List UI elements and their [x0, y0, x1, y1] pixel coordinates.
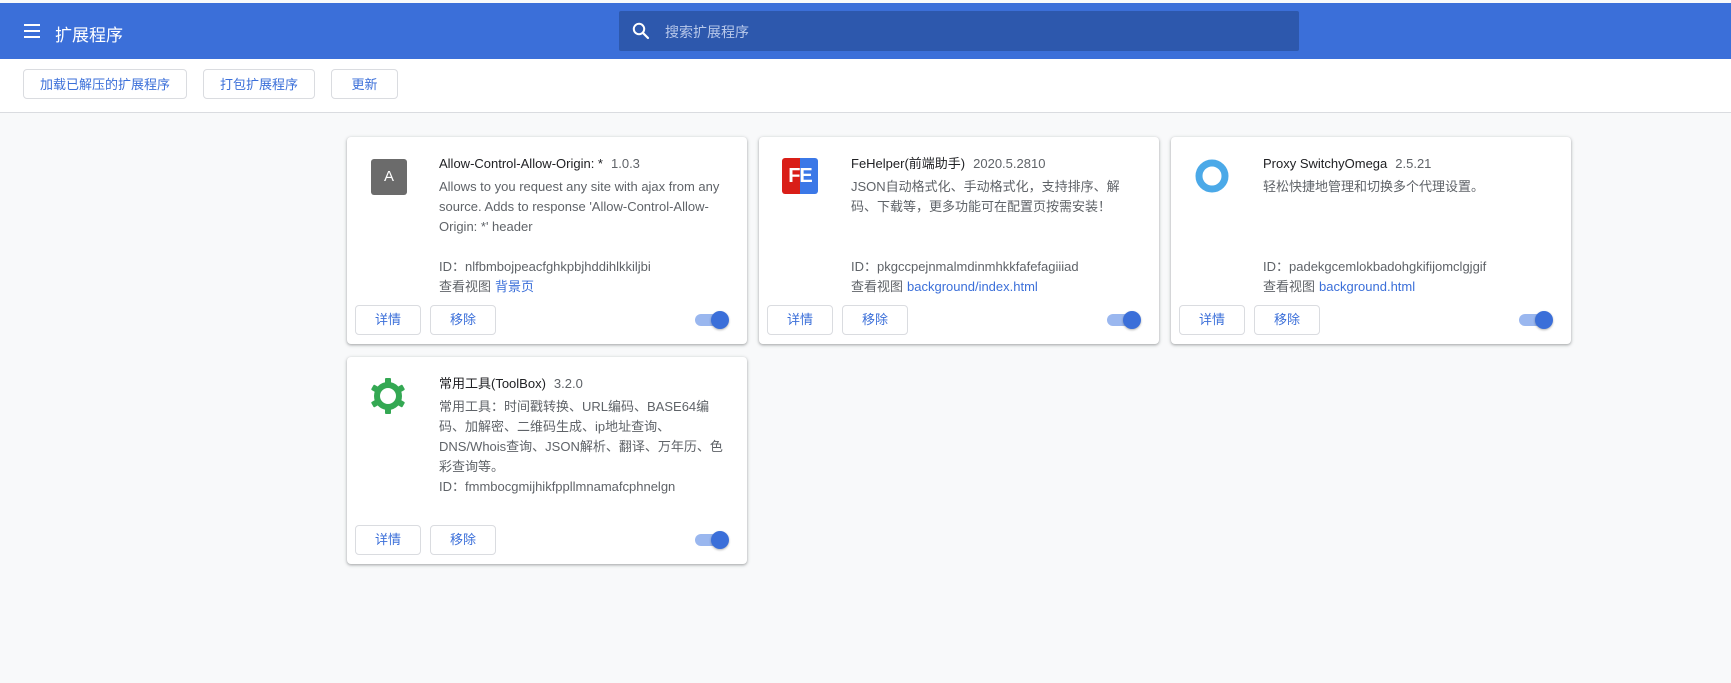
- id-value: padekgcemlokbadohgkifijomclgjgif: [1289, 259, 1487, 274]
- developer-toolbar: 加载已解压的扩展程序 打包扩展程序 更新: [0, 59, 1731, 113]
- page-title: 扩展程序: [55, 26, 123, 45]
- extension-description: 常用工具：时间戳转换、URL编码、BASE64编码、加解密、二维码生成、ip地址…: [439, 399, 723, 474]
- menu-icon[interactable]: [21, 20, 43, 42]
- inspect-views: 查看视图 background.html: [1263, 277, 1415, 297]
- remove-button[interactable]: 移除: [430, 525, 496, 555]
- top-bar: 扩展程序: [0, 3, 1731, 59]
- id-prefix: ID：: [851, 259, 878, 274]
- gear-svg: [371, 378, 405, 414]
- id-value: fmmbocgmijhikfppllmnamafcphnelgn: [465, 479, 676, 494]
- extension-id: ID：pkgccpejnmalmdinmhkkfafefagiiiad: [851, 257, 1079, 277]
- search-icon: [632, 22, 650, 40]
- icon-letter: A: [371, 159, 407, 195]
- toggle-knob: [1123, 311, 1141, 329]
- enable-toggle[interactable]: [1107, 311, 1141, 331]
- fehelper-icon: FE: [779, 155, 821, 197]
- toolbox-gear-icon: [367, 375, 409, 417]
- view-link[interactable]: 背景页: [495, 279, 534, 294]
- name-row: Proxy SwitchyOmega 2.5.21: [1263, 155, 1553, 173]
- pack-extension-button[interactable]: 打包扩展程序: [203, 69, 315, 99]
- details-button[interactable]: 详情: [355, 525, 421, 555]
- extension-name: Allow-Control-Allow-Origin: *: [439, 156, 603, 171]
- extension-description: 轻松快捷地管理和切换多个代理设置。: [1263, 179, 1485, 194]
- toggle-knob: [1535, 311, 1553, 329]
- extension-version: 3.2.0: [553, 376, 583, 391]
- view-link[interactable]: background/index.html: [907, 279, 1038, 294]
- extension-card: Proxy SwitchyOmega 2.5.21 轻松快捷地管理和切换多个代理设…: [1171, 137, 1571, 344]
- details-button[interactable]: 详情: [767, 305, 833, 335]
- update-button[interactable]: 更新: [331, 69, 398, 99]
- inspect-views: 查看视图 background/index.html: [851, 277, 1038, 297]
- extension-name: 常用工具(ToolBox): [439, 376, 546, 391]
- extension-version: 2020.5.2810: [973, 156, 1046, 171]
- card-body: 常用工具(ToolBox) 3.2.0 常用工具：时间戳转换、URL编码、BASE…: [439, 375, 729, 494]
- extension-name: FeHelper(前端助手): [851, 156, 966, 171]
- extension-description: Allows to you request any site with ajax…: [439, 179, 720, 234]
- id-value: pkgccpejnmalmdinmhkkfafefagiiiad: [877, 259, 1079, 274]
- enable-toggle[interactable]: [1519, 311, 1553, 331]
- details-button[interactable]: 详情: [355, 305, 421, 335]
- id-prefix: ID：: [439, 479, 466, 494]
- extension-id: ID：fmmbocgmijhikfppllmnamafcphnelgn: [439, 477, 675, 497]
- name-row: 常用工具(ToolBox) 3.2.0: [439, 375, 729, 393]
- extension-name: Proxy SwitchyOmega: [1263, 156, 1388, 171]
- ring-svg: [1195, 159, 1229, 193]
- extension-id: ID：nlfbmbojpeacfghkpbjhddihlkkiljbi: [439, 257, 651, 277]
- toggle-knob: [711, 311, 729, 329]
- view-link[interactable]: background.html: [1319, 279, 1415, 294]
- views-label: 查看视图: [1263, 279, 1316, 294]
- toggle-knob: [711, 531, 729, 549]
- extension-card: A Allow-Control-Allow-Origin: * 1.0.3 All…: [347, 137, 747, 344]
- name-row: Allow-Control-Allow-Origin: * 1.0.3: [439, 155, 729, 173]
- extension-version: 1.0.3: [611, 156, 640, 171]
- search-box[interactable]: [619, 11, 1299, 53]
- name-row: FeHelper(前端助手) 2020.5.2810: [851, 155, 1141, 173]
- extension-description: JSON自动格式化、手动格式化，支持排序、解码、下载等，更多功能可在配置页按需安…: [851, 179, 1120, 214]
- extension-version: 2.5.21: [1395, 156, 1432, 171]
- load-unpacked-button[interactable]: 加载已解压的扩展程序: [23, 69, 187, 99]
- remove-button[interactable]: 移除: [430, 305, 496, 335]
- id-prefix: ID：: [1263, 259, 1290, 274]
- views-label: 查看视图: [439, 279, 492, 294]
- letter-a-icon: A: [367, 155, 409, 197]
- views-label: 查看视图: [851, 279, 904, 294]
- card-body: FeHelper(前端助手) 2020.5.2810 JSON自动格式化、手动格式…: [851, 155, 1141, 294]
- remove-button[interactable]: 移除: [1254, 305, 1320, 335]
- enable-toggle[interactable]: [695, 311, 729, 331]
- extension-id: ID：padekgcemlokbadohgkifijomclgjgif: [1263, 257, 1486, 277]
- search-input[interactable]: [663, 11, 1287, 53]
- id-prefix: ID：: [439, 259, 466, 274]
- switchyomega-ring-icon: [1191, 155, 1233, 197]
- card-body: Proxy SwitchyOmega 2.5.21 轻松快捷地管理和切换多个代理设…: [1263, 155, 1553, 294]
- icon-letters: FE: [782, 158, 818, 194]
- remove-button[interactable]: 移除: [842, 305, 908, 335]
- inspect-views: 查看视图 背景页: [439, 277, 534, 297]
- id-value: nlfbmbojpeacfghkpbjhddihlkkiljbi: [465, 259, 651, 274]
- details-button[interactable]: 详情: [1179, 305, 1245, 335]
- extension-card: FE FeHelper(前端助手) 2020.5.2810 JSON自动格式化、手…: [759, 137, 1159, 344]
- enable-toggle[interactable]: [695, 531, 729, 551]
- extension-card: 常用工具(ToolBox) 3.2.0 常用工具：时间戳转换、URL编码、BASE…: [347, 357, 747, 564]
- card-body: Allow-Control-Allow-Origin: * 1.0.3 Allow…: [439, 155, 729, 294]
